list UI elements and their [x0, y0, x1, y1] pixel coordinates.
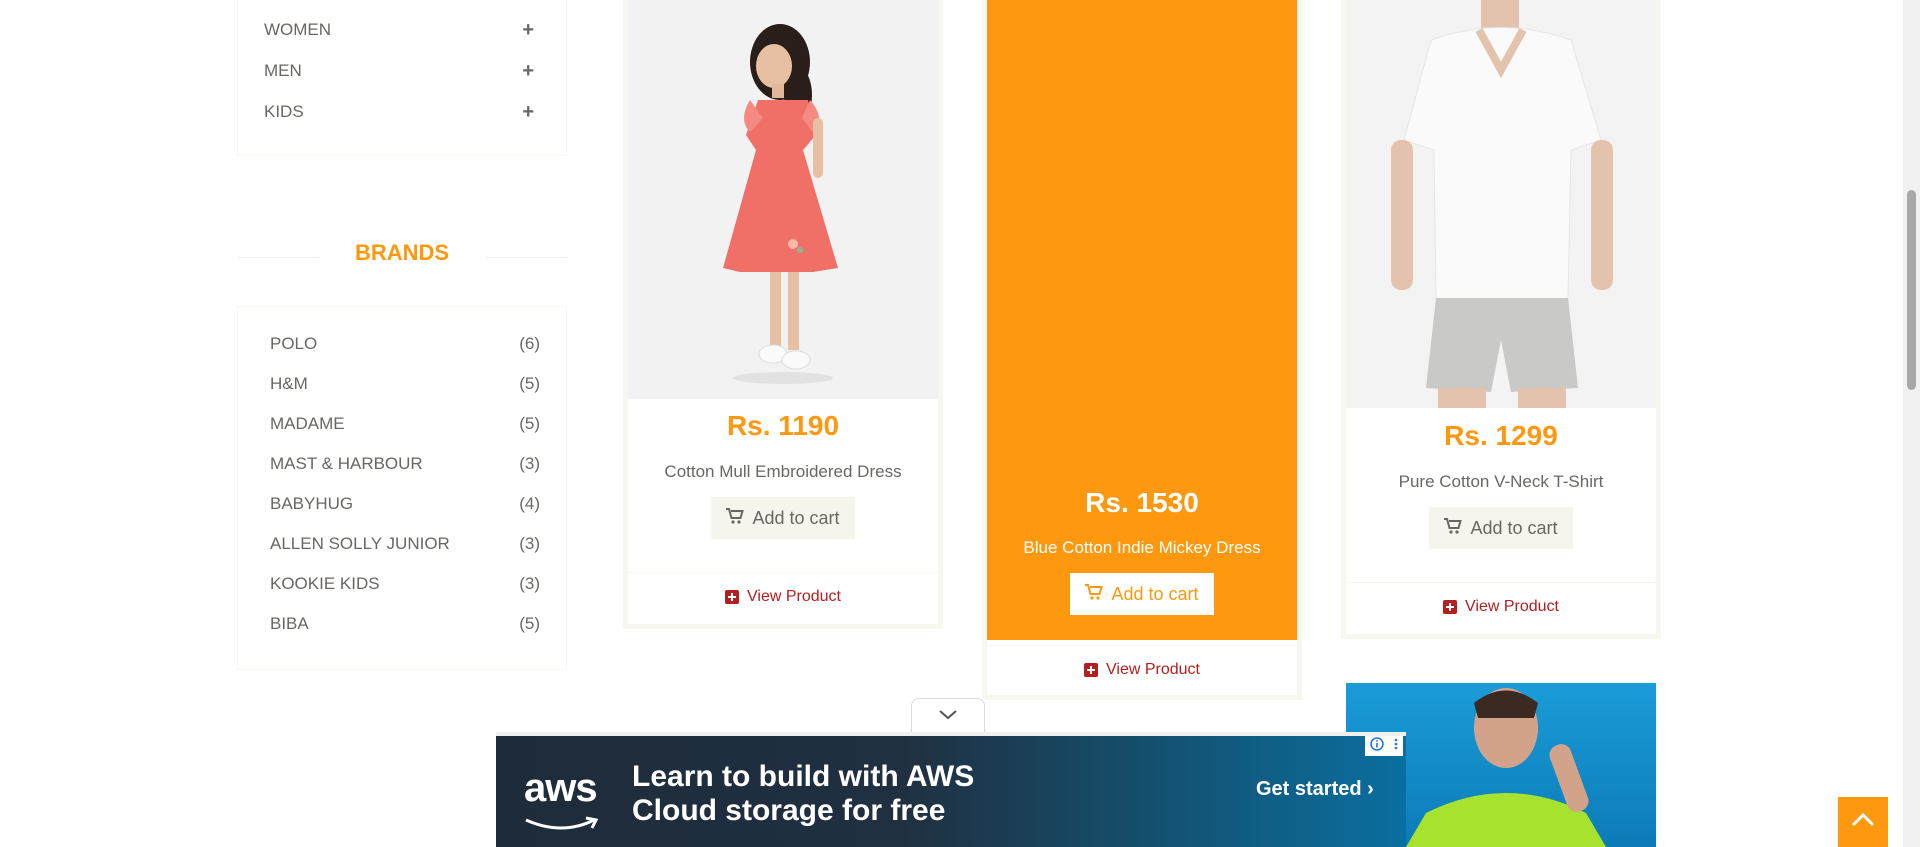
category-label: KIDS	[264, 102, 304, 121]
plus-icon[interactable]: +	[522, 19, 534, 42]
shopping-cart-icon	[1085, 583, 1104, 605]
ad-collapse-toggle[interactable]	[911, 698, 985, 732]
product-price: Rs. 1190	[726, 410, 840, 441]
plus-square-icon	[725, 589, 739, 604]
product-card: Rs. 1190 Cotton Mull Embroidered Dress A…	[623, 0, 943, 629]
product-listing-page: WOMEN + MEN + KIDS + BRANDS POLO (6) H&M(…	[0, 0, 1920, 847]
aws-ad-banner[interactable]: aws Learn to build with AWS Cloud storag…	[496, 732, 1406, 847]
product-price: Rs. 1299	[1444, 420, 1558, 451]
ad-headline-2: Cloud storage for free	[632, 794, 946, 827]
ad-headline-1: Learn to build with AWS	[632, 760, 975, 793]
brand-item-babyhug[interactable]: BABYHUG (4)	[270, 492, 540, 516]
category-men[interactable]: MEN +	[264, 59, 534, 83]
product-image[interactable]	[628, 0, 938, 399]
product-card: Rs. 1530 Blue Cotton Indie Mickey Dress …	[982, 0, 1302, 700]
product-image[interactable]	[1346, 0, 1656, 408]
vertical-scrollbar[interactable]	[1903, 0, 1920, 847]
chevron-up-icon	[1851, 812, 1875, 832]
product-name: Blue Cotton Indie Mickey Dress	[1023, 538, 1261, 557]
add-to-cart-label: Add to cart	[1111, 583, 1199, 604]
plus-square-icon	[1443, 599, 1457, 614]
view-product-link[interactable]: View Product	[1346, 582, 1656, 630]
add-to-cart-button[interactable]: Add to cart	[711, 497, 855, 539]
brand-item-hm[interactable]: H&M (5)	[270, 372, 540, 396]
product-card: Rs. 1299 Pure Cotton V-Neck T-Shirt Add …	[1341, 0, 1661, 639]
plus-icon[interactable]: +	[522, 60, 534, 83]
scroll-to-top-button[interactable]	[1838, 797, 1888, 847]
category-women[interactable]: WOMEN +	[264, 18, 534, 42]
product-overlay[interactable]: Rs. 1530 Blue Cotton Indie Mickey Dress …	[987, 0, 1297, 640]
brands-panel: POLO (6) H&M (5) MADAME (5) MAST & HARBOUR(…	[237, 306, 567, 670]
category-label: MEN	[264, 61, 302, 80]
product-price: Rs. 1530	[1085, 487, 1199, 518]
aws-logo: aws	[524, 766, 598, 810]
product-name: Cotton Mull Embroidered Dress	[664, 462, 902, 481]
aws-smile-icon	[524, 816, 600, 837]
view-product-link[interactable]: View Product	[628, 572, 938, 620]
category-kids[interactable]: KIDS +	[264, 100, 534, 124]
info-icon[interactable]	[1370, 736, 1384, 756]
brand-item-mast-harbour[interactable]: MAST & HARBOUR (3)	[270, 452, 540, 476]
brands-heading: BRANDS	[237, 240, 567, 270]
shopping-cart-icon	[726, 507, 745, 529]
more-options-icon[interactable]	[1394, 737, 1398, 755]
brand-item-polo[interactable]: POLO (6)	[270, 332, 540, 356]
category-label: WOMEN	[264, 20, 332, 39]
brand-item-madame[interactable]: MADAME (5)	[270, 412, 540, 436]
scrollbar-thumb[interactable]	[1907, 190, 1916, 390]
plus-icon[interactable]: +	[522, 101, 534, 124]
category-panel: WOMEN + MEN + KIDS +	[237, 0, 567, 156]
add-to-cart-label: Add to cart	[1470, 517, 1558, 538]
add-to-cart-label: Add to cart	[752, 507, 840, 528]
add-to-cart-button[interactable]: Add to cart	[1070, 573, 1214, 615]
shopping-cart-icon	[1444, 517, 1463, 539]
brand-item-kookie-kids[interactable]: KOOKIE KIDS (3)	[270, 572, 540, 596]
view-product-label: View Product	[1465, 597, 1559, 615]
ad-choices[interactable]	[1365, 736, 1403, 756]
view-product-label: View Product	[747, 587, 841, 605]
ad-get-started-button[interactable]: Get started ›	[1256, 778, 1374, 801]
add-to-cart-button[interactable]: Add to cart	[1429, 507, 1573, 549]
view-product-label: View Product	[1106, 660, 1200, 678]
product-name: Pure Cotton V-Neck T-Shirt	[1398, 472, 1604, 491]
brand-item-biba[interactable]: BIBA (5)	[270, 612, 540, 636]
plus-square-icon	[1084, 662, 1098, 677]
chevron-down-icon	[939, 707, 957, 725]
brand-item-allen-solly-junior[interactable]: ALLEN SOLLY JUNIOR (3)	[270, 532, 540, 556]
view-product-link[interactable]: View Product	[987, 645, 1297, 693]
